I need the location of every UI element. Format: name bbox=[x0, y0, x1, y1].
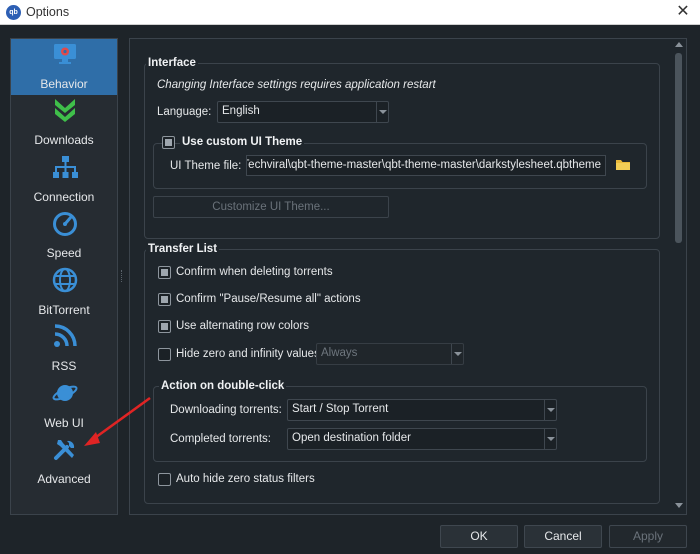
window-title: Options bbox=[26, 5, 70, 19]
double-click-group-title: Action on double-click bbox=[159, 380, 287, 392]
interface-group-title: Interface bbox=[146, 57, 198, 69]
sidebar-item-label: RSS bbox=[51, 359, 77, 373]
close-button[interactable]: ✕ bbox=[666, 0, 700, 25]
scroll-down-icon[interactable] bbox=[675, 503, 683, 508]
chevron-down-icon bbox=[376, 102, 388, 122]
sidebar-item-rss[interactable]: RSS bbox=[11, 321, 117, 377]
folder-icon[interactable] bbox=[615, 157, 631, 173]
confirm-pause-resume-checkbox[interactable] bbox=[158, 293, 171, 306]
transfer-list-group-title: Transfer List bbox=[146, 243, 220, 255]
tools-icon bbox=[54, 440, 75, 460]
theme-file-label: UI Theme file: bbox=[170, 160, 242, 172]
sidebar-item-advanced[interactable]: Advanced bbox=[11, 434, 117, 490]
sidebar-item-web-ui[interactable]: Web UI bbox=[11, 378, 117, 434]
auto-hide-filters-checkbox[interactable] bbox=[158, 473, 171, 486]
settings-panel: Interface Changing Interface settings re… bbox=[129, 38, 687, 515]
scroll-up-icon[interactable] bbox=[675, 42, 683, 47]
apply-button[interactable]: Apply bbox=[609, 525, 687, 548]
downloading-action-value: Start / Stop Torrent bbox=[292, 403, 389, 415]
title-bar: qb Options ✕ bbox=[0, 0, 700, 25]
sidebar-item-connection[interactable]: Connection bbox=[11, 152, 117, 208]
options-window: Behavior Downloads Connection Speed BitT… bbox=[0, 25, 700, 554]
restart-note: Changing Interface settings requires app… bbox=[157, 79, 436, 91]
splitter-handle[interactable] bbox=[120, 38, 125, 515]
downloading-action-select[interactable]: Start / Stop Torrent bbox=[287, 399, 557, 421]
custom-theme-label: Use custom UI Theme bbox=[180, 136, 305, 148]
speedometer-icon bbox=[53, 212, 77, 236]
sidebar-item-label: Advanced bbox=[37, 472, 91, 486]
rss-icon bbox=[54, 324, 77, 347]
downloading-torrents-label: Downloading torrents: bbox=[170, 404, 282, 416]
planet-icon bbox=[52, 385, 78, 401]
sidebar-item-label: Downloads bbox=[34, 133, 94, 147]
chevron-down-icon bbox=[544, 400, 556, 420]
qbittorrent-logo-icon: qb bbox=[6, 5, 21, 20]
transfer-list-group bbox=[144, 249, 660, 504]
hide-zero-values-checkbox[interactable] bbox=[158, 348, 171, 361]
sidebar-item-label: Behavior bbox=[40, 77, 88, 91]
sidebar-item-bittorrent[interactable]: BitTorrent bbox=[11, 265, 117, 321]
alternating-rows-label: Use alternating row colors bbox=[176, 320, 309, 332]
double-click-group bbox=[153, 386, 647, 462]
theme-file-input[interactable]: :\Techviral\qbt-theme-master\qbt-theme-m… bbox=[246, 155, 606, 176]
custom-theme-checkbox[interactable] bbox=[162, 136, 175, 149]
sidebar-item-label: Speed bbox=[46, 246, 82, 260]
confirm-pause-resume-label: Confirm "Pause/Resume all" actions bbox=[176, 293, 361, 305]
confirm-delete-label: Confirm when deleting torrents bbox=[176, 266, 333, 278]
completed-torrents-label: Completed torrents: bbox=[170, 433, 271, 445]
gear-monitor-icon bbox=[54, 44, 76, 64]
alternating-rows-checkbox[interactable] bbox=[158, 320, 171, 333]
globe-icon bbox=[52, 267, 78, 293]
chevron-down-icon bbox=[544, 429, 556, 449]
customize-ui-theme-button[interactable]: Customize UI Theme... bbox=[153, 196, 389, 218]
confirm-delete-checkbox[interactable] bbox=[158, 266, 171, 279]
chevron-down-icon bbox=[451, 344, 463, 364]
sidebar-item-label: Connection bbox=[33, 190, 95, 204]
language-value: English bbox=[222, 105, 260, 117]
sidebar-item-label: BitTorrent bbox=[38, 303, 90, 317]
hide-zero-mode-value: Always bbox=[321, 347, 358, 359]
sidebar-item-behavior[interactable]: Behavior bbox=[11, 39, 117, 95]
network-icon bbox=[53, 156, 78, 178]
completed-action-value: Open destination folder bbox=[292, 432, 411, 444]
theme-file-path: :\Techviral\qbt-theme-master\qbt-theme-m… bbox=[246, 159, 601, 171]
hide-zero-mode-select[interactable]: Always bbox=[316, 343, 464, 365]
sidebar-item-speed[interactable]: Speed bbox=[11, 208, 117, 264]
completed-action-select[interactable]: Open destination folder bbox=[287, 428, 557, 450]
double-chevron-down-icon bbox=[55, 99, 75, 122]
sidebar: Behavior Downloads Connection Speed BitT… bbox=[10, 38, 118, 515]
cancel-button[interactable]: Cancel bbox=[524, 525, 602, 548]
vertical-scrollbar[interactable] bbox=[672, 39, 686, 514]
language-select[interactable]: English bbox=[217, 101, 389, 123]
ok-button[interactable]: OK bbox=[440, 525, 518, 548]
scroll-thumb[interactable] bbox=[675, 53, 682, 243]
language-label: Language: bbox=[157, 106, 212, 118]
auto-hide-filters-label: Auto hide zero status filters bbox=[176, 473, 315, 485]
sidebar-item-label: Web UI bbox=[44, 416, 84, 430]
hide-zero-values-label: Hide zero and infinity values bbox=[176, 348, 320, 360]
sidebar-item-downloads[interactable]: Downloads bbox=[11, 95, 117, 151]
